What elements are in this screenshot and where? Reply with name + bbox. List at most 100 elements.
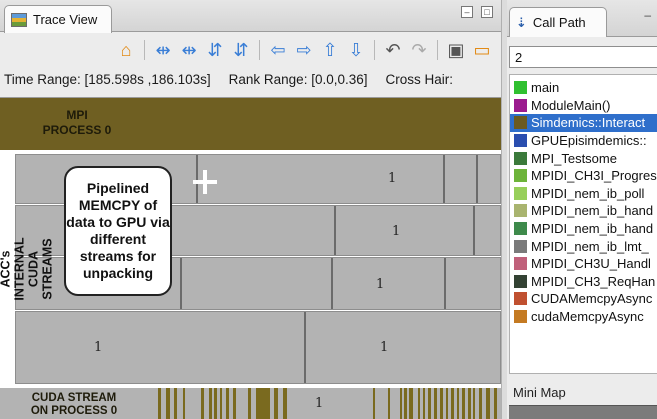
home-icon[interactable]: ⌂ [115,39,137,61]
cuda-activity-bar [248,388,251,419]
cuda-activity-bar [166,388,170,419]
undo-icon[interactable]: ↶ [382,39,404,61]
cuda-activity-bar [404,388,407,419]
stream-segment-divider [304,312,306,383]
stream-row-3-value: 1 [376,277,385,292]
arrow-right-icon[interactable]: ⇨ [293,39,315,61]
cuda-activity-bar [473,388,475,419]
maximize-icon[interactable]: □ [481,6,493,18]
call-path-item[interactable]: MPIDI_nem_ib_poll [510,185,657,203]
mini-map-label: Mini Map [513,385,566,400]
stream-segment-divider [444,258,446,309]
call-path-item[interactable]: MPIDI_nem_ib_lmt_ [510,237,657,255]
cuda-activity-bar [457,388,459,419]
cross-hair-readout: Cross Hair: [385,72,453,87]
redo-icon[interactable]: ↷ [408,39,430,61]
color-swatch [514,151,527,165]
save-icon[interactable]: ▣ [445,39,467,61]
call-path-filter-input[interactable]: 2 [509,46,657,68]
time-range-readout: Time Range: [185.598s ,186.103s] [4,72,211,87]
call-path-item-label: cudaMemcpyAsync [531,309,644,325]
call-path-tabbar: ⇣ Call Path – [507,0,657,37]
cuda-activity-bar [158,388,161,419]
cuda-activity-bar [388,388,390,419]
call-path-item-label: MPIDI_CH3_ReqHan [531,273,656,289]
tab-trace-view-label: Trace View [33,12,98,27]
stream-row-4[interactable]: 1 1 [15,311,501,384]
call-path-item[interactable]: MPIDI_CH3U_Handl [510,255,657,273]
minimize-icon[interactable]: – [461,6,473,18]
color-swatch [514,81,527,95]
cuda-activity-bar [434,388,437,419]
mini-map[interactable] [509,405,657,419]
call-path-item-label: GPUEpisimdemics:: [531,133,647,149]
cuda-activity-bar [183,388,185,419]
call-path-item[interactable]: CUDAMemcpyAsync [510,290,657,308]
cuda-stream-label: CUDA STREAM ON PROCESS 0 [30,392,118,417]
call-path-item[interactable]: MPIDI_CH3I_Progress [510,167,657,185]
cuda-activity-bar [440,388,443,419]
call-path-item-label: CUDAMemcpyAsync [531,291,653,307]
cuda-activity-bar [409,388,413,419]
call-path-item-label: MPIDI_nem_ib_hand [531,203,654,219]
cuda-activity-bar [423,388,425,419]
color-swatch [514,274,527,288]
call-path-item-label: Simdemics::Interact [531,115,646,131]
color-swatch [514,134,527,148]
open-folder-icon[interactable]: ▭ [471,39,493,61]
toolbar-separator [259,40,260,60]
call-path-item[interactable]: ModuleMain() [510,97,657,115]
trace-canvas[interactable]: MPI PROCESS 0 1 1 1 1 1 MPI-ACC's INTER [0,97,501,419]
call-path-item-label: MPIDI_CH3U_Handl [531,256,651,272]
call-path-item[interactable]: MPIDI_nem_ib_hand [510,220,657,238]
minimize-icon[interactable]: – [644,8,651,22]
contract-horizontal-icon[interactable]: ⇹ [178,39,200,61]
expand-horizontal-icon[interactable]: ⇹ [152,39,174,61]
color-swatch [514,186,527,200]
arrow-up-icon[interactable]: ⇧ [319,39,341,61]
cuda-stream-value: 1 [315,396,324,411]
cuda-stream-row[interactable]: CUDA STREAM ON PROCESS 0 1 [0,388,501,419]
call-path-item[interactable]: main [510,79,657,97]
color-swatch [514,257,527,271]
stream-segment-divider [476,155,478,203]
color-swatch [514,239,527,253]
call-path-item-label: MPIDI_CH3I_Progress [531,168,657,184]
color-swatch [514,222,527,236]
trace-view-panel: Trace View – □ ⌂ ⇹ ⇹ ⇵ ⇵ ⇦ ⇨ ⇧ ⇩ ↶ ↷ ▣ ▭… [0,0,501,419]
toolbar-separator [437,40,438,60]
cuda-activity-bar [400,388,402,419]
contract-vertical-icon[interactable]: ⇵ [230,39,252,61]
rank-range-readout: Rank Range: [0.0,0.36] [228,72,368,87]
call-path-item[interactable]: MPI_Testsome [510,149,657,167]
tab-call-path[interactable]: ⇣ Call Path [509,7,607,37]
arrow-left-icon[interactable]: ⇦ [267,39,289,61]
stream-row-1-value: 1 [388,171,397,186]
color-swatch [514,169,527,183]
call-path-item[interactable]: GPUEpisimdemics:: [510,132,657,150]
color-swatch [514,292,527,306]
call-path-item-label: main [531,80,560,96]
arrow-down-icon[interactable]: ⇩ [345,39,367,61]
cuda-activity-bar [274,388,278,419]
call-path-item-label: MPIDI_nem_ib_poll [531,185,645,201]
call-path-item-label: ModuleMain() [531,97,611,113]
color-swatch [514,116,527,130]
trace-status-bar: Time Range: [185.598s ,186.103s] Rank Ra… [4,72,501,94]
expand-vertical-icon[interactable]: ⇵ [204,39,226,61]
cuda-activity-bar [468,388,471,419]
cuda-activity-bar [446,388,448,419]
call-path-item[interactable]: MPIDI_nem_ib_hand [510,202,657,220]
call-path-item[interactable]: cudaMemcpyAsync [510,308,657,326]
mpi-process-row[interactable]: MPI PROCESS 0 [0,98,501,150]
call-path-item[interactable]: Simdemics::Interact [510,114,657,132]
tab-trace-view[interactable]: Trace View [4,5,112,33]
call-path-panel: ⇣ Call Path – 2 main ModuleMain()Simdemic… [507,0,657,419]
call-path-item-label: MPIDI_nem_ib_hand [531,221,654,237]
trace-view-window-buttons: – □ [461,6,493,18]
stream-row-4-left-value: 1 [94,340,103,355]
crosshair-cursor-icon [193,170,217,194]
call-path-list[interactable]: main ModuleMain()Simdemics::InteractGPUEp… [509,74,657,374]
cuda-activity-bar [451,388,454,419]
call-path-item[interactable]: MPIDI_CH3_ReqHan [510,273,657,291]
